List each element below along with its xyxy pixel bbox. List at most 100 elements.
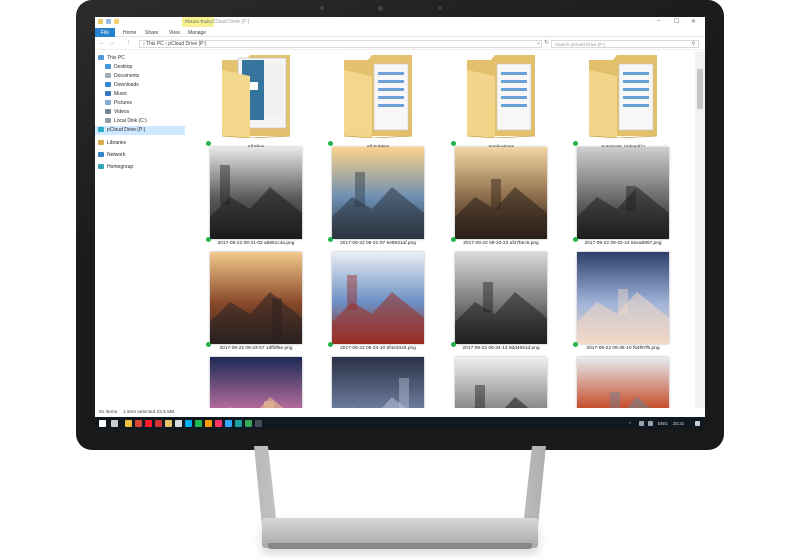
breadcrumb-pcloud-drive[interactable]: pCloud Drive (P:) bbox=[168, 41, 206, 47]
chrome-icon[interactable] bbox=[135, 420, 142, 427]
address-bar-row: ← → ↑ › This PC › pCloud Drive (P:) ⌄ ↻ … bbox=[95, 38, 705, 50]
vertical-scrollbar[interactable] bbox=[695, 51, 705, 408]
photo-thumbnail bbox=[210, 357, 302, 408]
nav-item-videos[interactable]: Videos bbox=[95, 108, 185, 117]
item-count: 81 items bbox=[99, 410, 118, 415]
computer-icon bbox=[98, 55, 104, 61]
properties-icon[interactable] bbox=[106, 19, 111, 24]
file-name: 2017-09-22 09-31-07 5e8531af.png bbox=[340, 241, 416, 246]
nav-item-documents[interactable]: Documents bbox=[95, 72, 185, 81]
tray-chevron[interactable]: ^ bbox=[629, 420, 631, 427]
app-white-icon[interactable] bbox=[175, 420, 182, 427]
nav-item-this-pc[interactable]: This PC bbox=[95, 54, 185, 63]
opera-icon[interactable] bbox=[145, 420, 152, 427]
app-red-icon[interactable] bbox=[155, 420, 162, 427]
image-tile[interactable]: 2017-09-22 09-31-07 5e8531af.png bbox=[328, 147, 428, 251]
indesign-icon[interactable] bbox=[215, 420, 222, 427]
refresh-icon[interactable]: ↻ bbox=[544, 39, 549, 46]
folder-tile[interactable]: Applications bbox=[451, 51, 551, 155]
address-dropdown-icon[interactable]: ⌄ bbox=[536, 39, 541, 46]
tab-share[interactable]: Share bbox=[141, 28, 162, 37]
file-explorer-icon[interactable] bbox=[125, 420, 132, 427]
nav-item-music[interactable]: Music bbox=[95, 90, 185, 99]
search-icon[interactable]: ⚲ bbox=[691, 41, 695, 48]
photo-thumbnail bbox=[455, 147, 547, 239]
clock[interactable]: 20:21 bbox=[673, 420, 684, 427]
image-tile[interactable] bbox=[451, 357, 551, 408]
tab-view[interactable]: View bbox=[165, 28, 184, 37]
nav-item-libraries[interactable]: Libraries bbox=[95, 139, 185, 148]
nav-item-label: Videos bbox=[114, 109, 130, 115]
file-name: 2017-09-22 09-33-23 af47bec5.png bbox=[463, 241, 539, 246]
photo-thumbnail-image bbox=[332, 147, 424, 239]
breadcrumb-this-pc[interactable]: This PC bbox=[146, 41, 164, 47]
nav-item-desktop[interactable]: Desktop bbox=[95, 63, 185, 72]
maximize-button[interactable]: ☐ bbox=[674, 18, 679, 25]
image-tile[interactable]: 2017-09-22 09-33-24 52ea8957.png bbox=[573, 147, 673, 251]
music-icon bbox=[105, 91, 111, 97]
forward-button[interactable]: → bbox=[109, 40, 115, 46]
image-tile[interactable]: 2017-09-22 09-31-02 a5661c4a.png bbox=[206, 147, 306, 251]
photo-thumbnail bbox=[577, 357, 669, 408]
photo-thumbnail-image bbox=[455, 147, 547, 239]
folder-tile[interactable]: All Files bbox=[206, 51, 306, 155]
scroll-thumb[interactable] bbox=[697, 69, 703, 109]
volume-icon[interactable] bbox=[648, 421, 653, 426]
address-input[interactable]: › This PC › pCloud Drive (P:) bbox=[139, 40, 542, 48]
image-tile[interactable]: 2017-09-22 09-34-13 9dd4661d.png bbox=[451, 252, 551, 356]
app-green-icon[interactable] bbox=[245, 420, 252, 427]
spotify-icon[interactable] bbox=[195, 420, 202, 427]
illustrator-icon[interactable] bbox=[205, 420, 212, 427]
language-indicator[interactable]: ENG bbox=[658, 420, 668, 427]
folder-tile[interactable]: All Folders bbox=[328, 51, 428, 155]
task-view-icon[interactable] bbox=[111, 420, 118, 427]
file-name: 2017-09-22 09-35-10 f64f97fb.png bbox=[586, 346, 660, 351]
up-button[interactable]: ↑ bbox=[127, 40, 130, 46]
tab-manage[interactable]: Manage bbox=[184, 28, 210, 37]
app-dark-icon[interactable] bbox=[255, 420, 262, 427]
picture-tools-tab[interactable]: Picture Tools bbox=[182, 17, 214, 27]
nav-item-label: This PC bbox=[107, 55, 125, 61]
image-tile[interactable] bbox=[206, 357, 306, 408]
app-yellow-icon[interactable] bbox=[165, 420, 172, 427]
image-tile[interactable] bbox=[328, 357, 428, 408]
ribbon-tabs: File Home Share View Manage bbox=[95, 27, 705, 37]
photo-thumbnail bbox=[577, 147, 669, 239]
nav-item-pictures[interactable]: Pictures bbox=[95, 99, 185, 108]
photo-thumbnail-image bbox=[210, 252, 302, 344]
nav-item-local-disk-c[interactable]: Local Disk (C:) bbox=[95, 117, 185, 126]
back-button[interactable]: ← bbox=[99, 40, 105, 46]
image-tile[interactable]: 2017-09-22 09-33-57 1dffdf6e.png bbox=[206, 252, 306, 356]
tab-home[interactable]: Home bbox=[119, 28, 140, 37]
photo-thumbnail bbox=[455, 357, 547, 408]
search-input[interactable]: Search pCloud Drive (P:) ⚲ bbox=[551, 40, 699, 48]
skype-icon[interactable] bbox=[185, 420, 192, 427]
photo-thumbnail bbox=[210, 147, 302, 239]
image-tile[interactable]: 2017-09-22 09-34-10 6f4e3344.png bbox=[328, 252, 428, 356]
tab-file[interactable]: File bbox=[95, 28, 115, 37]
file-name: 2017-09-22 09-33-24 52ea8957.png bbox=[584, 241, 662, 246]
close-button[interactable]: ✕ bbox=[691, 18, 696, 25]
photo-thumbnail-image bbox=[332, 357, 424, 408]
nav-item-network[interactable]: Network bbox=[95, 151, 185, 160]
start-icon[interactable] bbox=[99, 420, 106, 427]
image-tile[interactable]: 2017-09-22 09-35-10 f64f97fb.png bbox=[573, 252, 673, 356]
minimize-button[interactable]: – bbox=[657, 18, 660, 24]
nav-item-downloads[interactable]: Downloads bbox=[95, 81, 185, 90]
nav-item-homegroup[interactable]: Homegroup bbox=[95, 163, 185, 172]
screen: Picture Tools pCloud Drive (P:) – ☐ ✕ Fi… bbox=[95, 17, 705, 430]
notification-icon[interactable] bbox=[695, 421, 700, 426]
nav-item-pcloud-drive-p[interactable]: pCloud Drive (P:) bbox=[95, 126, 185, 135]
image-tile[interactable] bbox=[573, 357, 673, 408]
file-grid: All FilesAll FoldersApplicationsAutomati… bbox=[206, 51, 694, 408]
folder-tile[interactable]: Automatic Upload(1) bbox=[573, 51, 673, 155]
folder-preview bbox=[220, 54, 292, 139]
image-tile[interactable]: 2017-09-22 09-33-23 af47bec5.png bbox=[451, 147, 551, 251]
drive-icon bbox=[105, 118, 111, 124]
wifi-icon[interactable] bbox=[639, 421, 644, 426]
app-teal-icon[interactable] bbox=[235, 420, 242, 427]
photoshop-icon[interactable] bbox=[225, 420, 232, 427]
new-folder-icon[interactable] bbox=[114, 19, 119, 24]
sensor-dot bbox=[438, 6, 442, 10]
photo-thumbnail bbox=[577, 252, 669, 344]
